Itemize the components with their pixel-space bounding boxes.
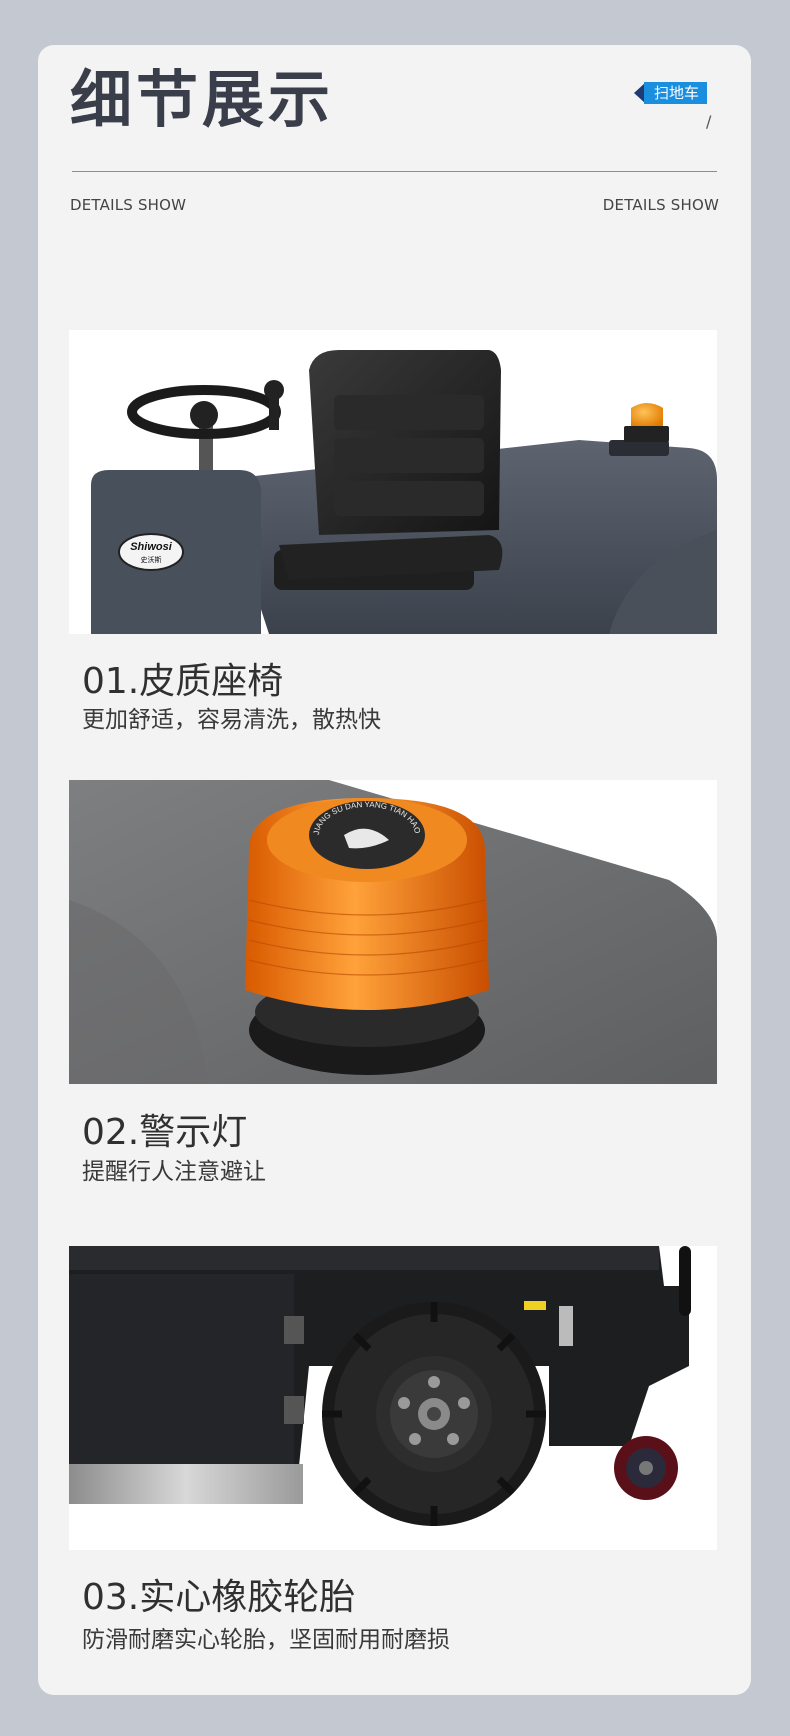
section-3-title: 03.实心橡胶轮胎	[82, 1577, 356, 1618]
section-1-desc: 更加舒适，容易清洗，散热快	[82, 707, 381, 733]
brand-logo-text: Shiwosi	[130, 541, 173, 553]
brand-logo-subtext: 史沃斯	[141, 555, 162, 564]
section-3-desc: 防滑耐磨实心轮胎，坚固耐用耐磨损	[82, 1627, 450, 1653]
warning-light-photo: JIANG SU DAN YANG TIAN HAO COMPANY	[69, 780, 717, 1084]
category-tag[interactable]: 扫地车	[634, 82, 708, 104]
section-2-desc: 提醒行人注意避让	[82, 1159, 266, 1185]
tire-photo	[69, 1246, 717, 1550]
subtitle-left: DETAILS SHOW	[70, 196, 187, 214]
section-2-title: 02.警示灯	[82, 1112, 248, 1153]
subtitle-right: DETAILS SHOW	[602, 196, 719, 214]
page-title: 细节展示	[70, 63, 335, 136]
header-divider	[72, 171, 717, 172]
category-tag-label: 扫地车	[644, 82, 708, 104]
section-1-title: 01.皮质座椅	[82, 661, 284, 702]
seat-photo: Shiwosi 史沃斯	[69, 330, 717, 634]
tag-separator: /	[706, 112, 712, 131]
